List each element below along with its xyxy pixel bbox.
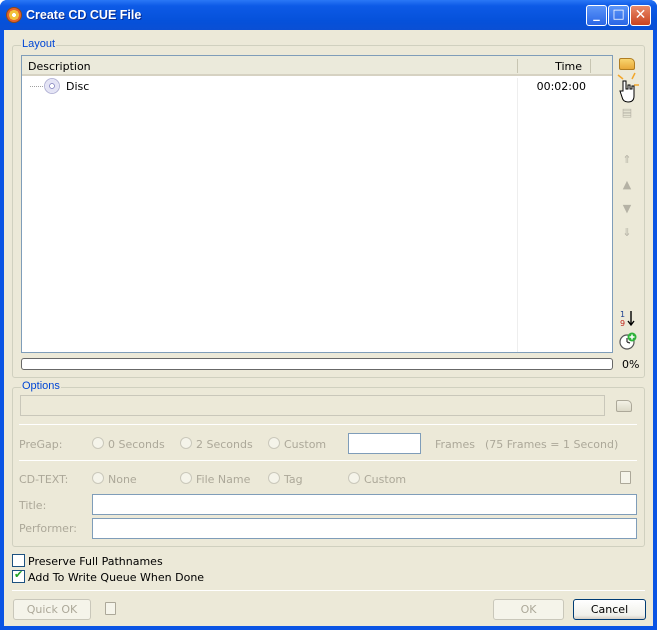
radio-pregap-custom-label: Custom bbox=[284, 438, 327, 451]
separator bbox=[19, 424, 637, 425]
column-separator bbox=[517, 59, 518, 73]
svg-text:1: 1 bbox=[620, 310, 625, 319]
radio-pregap-0-label: 0 Seconds bbox=[108, 438, 165, 451]
tree-item-time: 00:02:00 bbox=[536, 80, 586, 93]
column-separator bbox=[590, 59, 591, 73]
hand-cursor-icon bbox=[617, 72, 639, 103]
window-title: Create CD CUE File bbox=[26, 8, 142, 22]
progress-bar bbox=[21, 358, 613, 370]
frames-input[interactable] bbox=[348, 433, 421, 454]
preserve-pathnames-label: Preserve Full Pathnames bbox=[28, 555, 163, 568]
radio-cdtext-tag[interactable] bbox=[268, 472, 280, 484]
frames-label: Frames bbox=[435, 438, 476, 451]
remove-icon[interactable]: ▤ bbox=[619, 105, 635, 121]
radio-cdtext-filename[interactable] bbox=[180, 472, 192, 484]
column-description[interactable]: Description bbox=[28, 60, 91, 73]
progress-percent: 0% bbox=[622, 358, 640, 371]
move-down-icon[interactable]: ▼ bbox=[619, 201, 635, 217]
radio-cdtext-tag-label: Tag bbox=[284, 473, 303, 486]
column-time[interactable]: Time bbox=[555, 60, 582, 73]
cdtext-edit-icon[interactable] bbox=[620, 471, 631, 484]
frames-note: (75 Frames = 1 Second) bbox=[485, 438, 619, 451]
move-top-icon[interactable]: ⇑ bbox=[619, 152, 635, 168]
add-to-queue-checkbox[interactable]: ✔ bbox=[12, 568, 25, 583]
radio-cdtext-none[interactable] bbox=[92, 472, 104, 484]
clipboard-icon[interactable] bbox=[105, 602, 116, 615]
tree-connector bbox=[30, 86, 43, 87]
radio-pregap-2-label: 2 Seconds bbox=[196, 438, 253, 451]
browse-folder-icon[interactable] bbox=[616, 400, 632, 412]
close-button[interactable]: ✕ bbox=[630, 5, 651, 26]
move-bottom-icon[interactable]: ⇓ bbox=[619, 225, 635, 241]
preserve-pathnames-checkbox[interactable] bbox=[12, 554, 25, 567]
check-icon: ✔ bbox=[14, 568, 24, 581]
ok-button[interactable]: OK bbox=[493, 599, 564, 620]
title-bar[interactable]: Create CD CUE File _ □ ✕ bbox=[0, 0, 657, 30]
column-gridline bbox=[517, 78, 518, 352]
radio-cdtext-filename-label: File Name bbox=[196, 473, 251, 486]
performer-label: Performer: bbox=[19, 522, 77, 535]
layout-legend: Layout bbox=[21, 38, 57, 50]
separator bbox=[19, 460, 637, 461]
cancel-button[interactable]: Cancel bbox=[573, 599, 646, 620]
disc-icon bbox=[44, 78, 60, 94]
title-input[interactable] bbox=[92, 494, 637, 515]
open-folder-icon[interactable] bbox=[619, 58, 635, 70]
app-disc-icon bbox=[6, 7, 22, 23]
create-cd-cue-window: Create CD CUE File _ □ ✕ Layout Descript… bbox=[0, 0, 657, 630]
pregap-label: PreGap: bbox=[19, 438, 63, 451]
cdtext-label: CD-TEXT: bbox=[19, 473, 69, 486]
radio-cdtext-custom[interactable] bbox=[348, 472, 360, 484]
time-add-icon[interactable] bbox=[619, 332, 637, 350]
sort-icon[interactable]: 1 9 bbox=[619, 309, 637, 327]
tree-item-label: Disc bbox=[66, 80, 90, 93]
svg-text:9: 9 bbox=[620, 319, 625, 327]
performer-input[interactable] bbox=[92, 518, 637, 539]
layout-listview[interactable]: Description Time Disc 00:02:00 bbox=[21, 55, 613, 353]
title-label: Title: bbox=[19, 499, 47, 512]
minimize-button[interactable]: _ bbox=[586, 5, 607, 26]
add-to-queue-label: Add To Write Queue When Done bbox=[28, 571, 205, 584]
radio-pregap-2[interactable] bbox=[180, 437, 192, 449]
separator bbox=[12, 590, 645, 591]
radio-pregap-custom[interactable] bbox=[268, 437, 280, 449]
tree-item-disc[interactable]: Disc 00:02:00 bbox=[22, 78, 612, 96]
radio-cdtext-none-label: None bbox=[108, 473, 137, 486]
cue-file-path-input[interactable] bbox=[20, 395, 605, 416]
listview-header: Description Time bbox=[22, 56, 612, 76]
move-up-icon[interactable]: ▲ bbox=[619, 177, 635, 193]
maximize-button[interactable]: □ bbox=[608, 5, 629, 26]
options-legend: Options bbox=[21, 380, 61, 392]
radio-cdtext-custom-label: Custom bbox=[364, 473, 407, 486]
radio-pregap-0[interactable] bbox=[92, 437, 104, 449]
dialog-body: Layout Description Time Disc 00:02:00 ▤ … bbox=[4, 30, 653, 626]
quick-ok-button[interactable]: Quick OK bbox=[13, 599, 91, 620]
